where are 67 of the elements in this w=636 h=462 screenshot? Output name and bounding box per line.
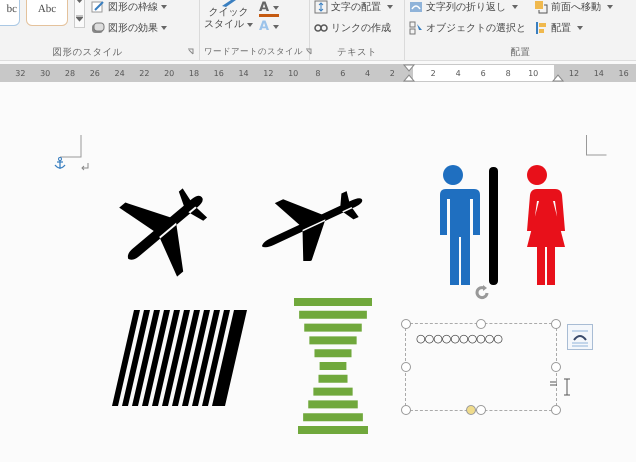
- ruler-number: 26: [88, 68, 101, 78]
- dialog-launcher-icon[interactable]: [305, 48, 313, 56]
- gallery-scroll[interactable]: [74, 0, 85, 28]
- text-fill-button[interactable]: A: [259, 1, 280, 17]
- caret-icon: [607, 4, 613, 8]
- ruler-number: 18: [188, 68, 200, 78]
- text-box-text: ○○○○○○○○○○: [416, 332, 502, 345]
- ribbon-command[interactable]: 前面へ移動: [534, 0, 613, 15]
- ruler-number: 8: [504, 68, 512, 78]
- ribbon-command[interactable]: オブジェクトの選択と: [409, 19, 526, 36]
- caret-icon: [161, 26, 167, 30]
- ruler-number: 14: [592, 68, 605, 78]
- caret-icon: [247, 23, 253, 27]
- ruler-number: 16: [617, 68, 630, 78]
- ribbon-command[interactable]: 文字列の折り返し: [409, 0, 526, 15]
- caret-icon: [387, 4, 393, 8]
- caret-icon: [273, 6, 280, 10]
- ribbon-icon: [534, 0, 548, 14]
- quick-style-button[interactable]: クイック スタイル: [204, 0, 253, 31]
- style-tile[interactable]: Abc: [26, 0, 68, 26]
- caret-icon: [577, 26, 583, 30]
- group-label: 配置: [510, 46, 532, 58]
- more-icon: [76, 14, 83, 22]
- ruler-number: 6: [480, 68, 487, 78]
- caret-icon: [76, 0, 83, 4]
- ruler-number: 2: [388, 68, 396, 78]
- ruler-number: 2: [430, 68, 437, 78]
- ruler-number: 22: [138, 68, 150, 78]
- ruler-number: 4: [454, 68, 462, 78]
- layout-options-icon[interactable]: [567, 324, 593, 350]
- ribbon-command[interactable]: 文字の配置: [314, 0, 393, 15]
- ruler-number: 10: [287, 68, 300, 78]
- ruler-number: 14: [237, 68, 250, 78]
- ribbon-command[interactable]: 図形の効果: [91, 19, 167, 36]
- ribbon-icon: [314, 0, 328, 14]
- ruler-number: 4: [364, 68, 372, 78]
- ribbon-command[interactable]: 図形の枠線: [91, 0, 167, 15]
- group-label: 図形のスタイル: [52, 46, 124, 58]
- ruler-number: 28: [64, 68, 76, 78]
- caret-icon: [161, 4, 167, 8]
- crop-mark-icon: [60, 135, 82, 159]
- ribbon-command[interactable]: リンクの作成: [314, 19, 393, 36]
- caret-icon: [273, 25, 280, 29]
- dialog-launcher-icon[interactable]: [187, 48, 195, 56]
- ruler-number: 16: [212, 68, 225, 78]
- indent-marker-icon[interactable]: [402, 64, 415, 82]
- ribbon-icon: [534, 20, 548, 34]
- style-tile[interactable]: bc: [0, 0, 20, 26]
- group-label: テキスト: [336, 46, 378, 58]
- caret-icon: [512, 4, 518, 8]
- shape-effect-icon: [91, 20, 105, 34]
- group-label: ワードアートのスタイル: [204, 46, 303, 58]
- ruler-number: 30: [39, 68, 52, 78]
- ruler-number: 8: [314, 68, 322, 78]
- ruler-number: 24: [113, 68, 126, 78]
- ribbon-command[interactable]: 配置: [534, 19, 613, 36]
- ruler-number: 20: [163, 68, 176, 78]
- ruler-number: 10: [527, 68, 540, 78]
- ribbon-icon: [409, 20, 423, 34]
- anchor-icon: [54, 157, 66, 170]
- paragraph-mark-icon: [81, 163, 89, 171]
- brush-icon: [220, 0, 238, 7]
- ruler-number: 12: [262, 68, 274, 78]
- ruler-number: 6: [339, 68, 346, 78]
- crop-mark-icon: [586, 135, 608, 157]
- ruler-number: 32: [14, 68, 26, 78]
- ruler-number: 12: [568, 68, 580, 78]
